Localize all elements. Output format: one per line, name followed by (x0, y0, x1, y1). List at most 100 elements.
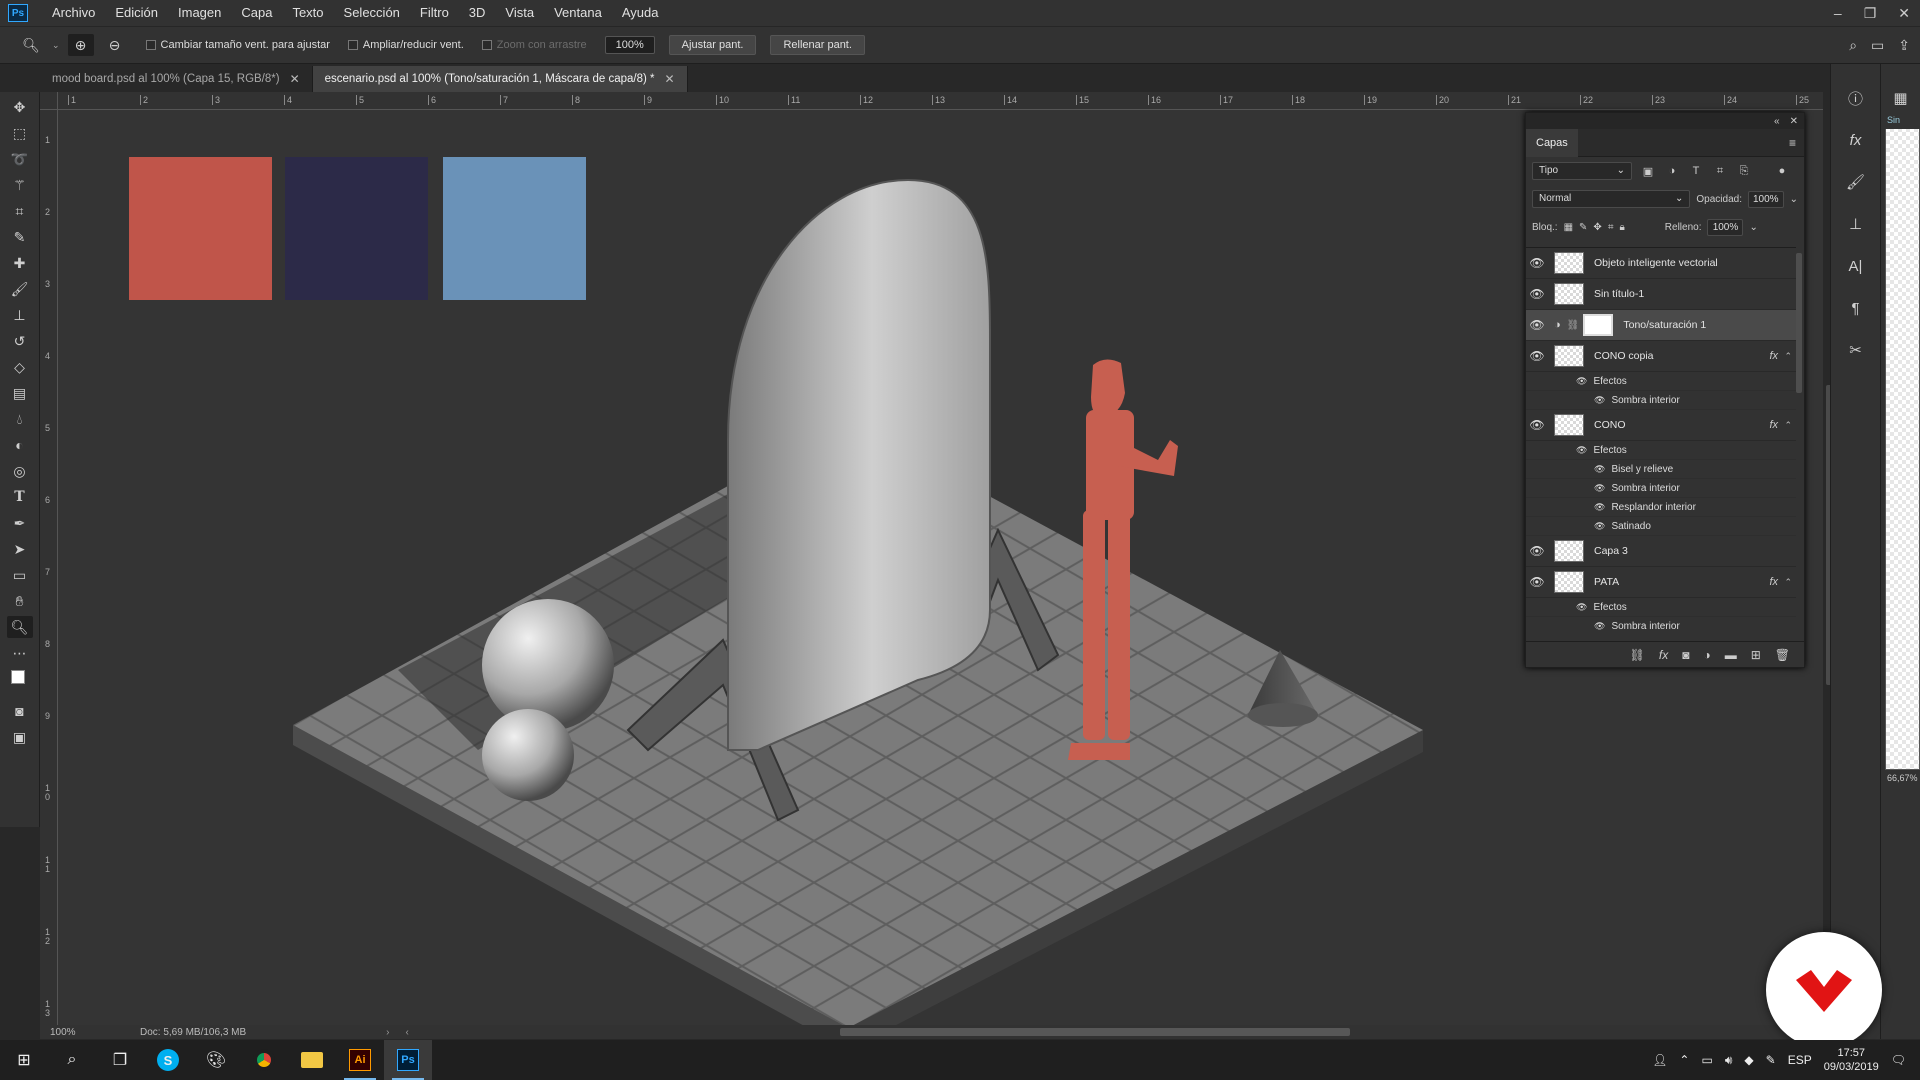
effect-row[interactable]: 👁︎ Bisel y relieve (1526, 460, 1796, 479)
type-tool-icon[interactable]: T (7, 486, 33, 508)
close-icon[interactable]: ✕ (290, 72, 300, 86)
chevron-up-icon[interactable]: ⌃ (1784, 577, 1792, 588)
language-indicator[interactable]: ESP (1788, 1053, 1812, 1067)
file-explorer-icon[interactable] (288, 1040, 336, 1080)
fx-icon[interactable]: fx (1769, 350, 1778, 362)
rectangle-tool-icon[interactable]: ▭ (7, 564, 33, 586)
crop-tool-icon[interactable]: ⌗ (7, 200, 33, 222)
brush-settings-icon[interactable]: 🖌︎ (1843, 170, 1869, 194)
effects-group-row[interactable]: 👁︎ Efectos (1526, 372, 1796, 391)
filter-adjustment-icon[interactable]: ◑ (1664, 165, 1680, 177)
minimize-icon[interactable]: – (1834, 0, 1842, 26)
chevron-left-icon[interactable]: ‹ (406, 1027, 409, 1038)
dodge-tool-icon[interactable]: ◐ (7, 434, 33, 456)
magic-wand-tool-icon[interactable]: ⚚ (7, 174, 33, 196)
collapse-icon[interactable]: « (1774, 116, 1780, 127)
visibility-eye-icon[interactable]: 👁︎ (1594, 502, 1605, 513)
layer-row[interactable]: 👁︎ CONO fx ⌃ (1526, 410, 1796, 441)
secondary-document-preview[interactable] (1885, 115, 1920, 770)
chevron-up-icon[interactable]: ⌃ (1679, 1053, 1689, 1067)
menu-archivo[interactable]: Archivo (42, 0, 105, 26)
chevron-down-icon[interactable]: ⌄ (1749, 222, 1757, 233)
clone-source-icon[interactable]: ⊥ (1843, 212, 1869, 236)
menu-texto[interactable]: Texto (282, 0, 333, 26)
lock-transparent-icon[interactable]: ▦ (1564, 222, 1573, 233)
new-layer-icon[interactable]: ⊞ (1751, 648, 1761, 662)
visibility-eye-icon[interactable]: 👁︎ (1526, 544, 1548, 558)
effect-row[interactable]: 👁︎ Resplandor interior (1526, 498, 1796, 517)
grid-icon[interactable]: ▦ (1888, 86, 1914, 110)
tool-presets-icon[interactable]: ✂︎ (1843, 338, 1869, 362)
eraser-tool-icon[interactable]: ◇ (7, 356, 33, 378)
filter-toggle-icon[interactable]: ● (1774, 165, 1790, 177)
resize-windows-checkbox[interactable]: Cambiar tamaño vent. para ajustar (145, 39, 330, 51)
move-tool-icon[interactable]: ✥ (7, 96, 33, 118)
pen-icon[interactable]: ✎ (1766, 1053, 1776, 1067)
opacity-input[interactable]: 100% (1747, 190, 1784, 208)
scrubby-zoom-checkbox[interactable]: Zoom con arrastre (481, 39, 587, 51)
chevron-down-icon[interactable]: ⌄ (1790, 194, 1798, 205)
close-icon[interactable]: ✕ (1790, 116, 1798, 127)
layer-row-selected[interactable]: 👁︎ ◑ ⛓︎ Tono/saturación 1 (1526, 310, 1796, 341)
menu-ayuda[interactable]: Ayuda (612, 0, 669, 26)
layer-row[interactable]: 👁︎ Sin título-1 (1526, 279, 1796, 310)
add-mask-icon[interactable]: ◙ (1682, 648, 1689, 662)
zoom-out-icon[interactable]: ⊖ (102, 34, 128, 56)
layers-scrollbar[interactable] (1796, 253, 1802, 393)
chevron-right-icon[interactable]: › (386, 1027, 389, 1038)
link-chain-icon[interactable]: ⛓︎ (1567, 320, 1580, 331)
search-icon[interactable]: ⌕ (1849, 37, 1857, 54)
chevron-up-icon[interactable]: ⌃ (1784, 351, 1792, 362)
zoom-tool-preset-icon[interactable]: 🔍︎ (18, 34, 44, 56)
tab-capas[interactable]: Capas (1526, 128, 1578, 157)
effect-row[interactable]: 👁︎ Sombra interior (1526, 391, 1796, 410)
people-icon[interactable]: 👤︎ (1652, 1053, 1667, 1067)
brush-tool-icon[interactable]: 🖌︎ (7, 278, 33, 300)
layer-filter-select[interactable]: Tipo ⌄ (1532, 162, 1632, 180)
menu-imagen[interactable]: Imagen (168, 0, 231, 26)
menu-3d[interactable]: 3D (459, 0, 496, 26)
lock-all-icon[interactable]: 🔒︎ (1619, 222, 1624, 233)
fit-screen-button[interactable]: Ajustar pant. (668, 35, 757, 55)
chevron-up-icon[interactable]: ⌃ (1784, 420, 1792, 431)
visibility-eye-icon[interactable]: 👁︎ (1576, 445, 1587, 456)
sponge-tool-icon[interactable]: ◎ (7, 460, 33, 482)
layer-mask-thumbnail[interactable] (1583, 314, 1614, 336)
skype-icon[interactable]: S (144, 1040, 192, 1080)
lasso-tool-icon[interactable]: ➰ (7, 148, 33, 170)
layer-row[interactable]: 👁︎ Capa 3 (1526, 536, 1796, 567)
panel-menu-icon[interactable]: ≡ (1789, 136, 1796, 150)
visibility-eye-icon[interactable]: 👁︎ (1576, 376, 1587, 387)
fill-input[interactable]: 100% (1707, 218, 1744, 236)
blend-mode-select[interactable]: Normal ⌄ (1532, 190, 1691, 208)
horizontal-scrollbar[interactable] (840, 1028, 1350, 1036)
filter-smart-object-icon[interactable]: ⎘ (1736, 165, 1752, 178)
filter-pixel-icon[interactable]: ▣ (1640, 165, 1656, 178)
menu-vista[interactable]: Vista (495, 0, 544, 26)
styles-fx-icon[interactable]: fx (1843, 128, 1869, 152)
layer-row[interactable]: 👁︎ PATA fx ⌃ (1526, 567, 1796, 598)
network-icon[interactable]: ▭ (1701, 1053, 1712, 1067)
ruler-top[interactable]: 1 2 3 4 5 6 7 8 9 10 11 12 13 14 15 16 17 18 19 20 21 22 23 24 2… (58, 92, 1823, 110)
photoshop-logo[interactable]: Ps (8, 4, 28, 22)
marquee-tool-icon[interactable]: ⬚ (7, 122, 33, 144)
checkbox-box[interactable] (145, 40, 156, 50)
lock-position-icon[interactable]: ✥ (1593, 222, 1601, 233)
gradient-tool-icon[interactable]: ▤ (7, 382, 33, 404)
quick-mask-icon[interactable]: ◙ (7, 700, 33, 722)
more-tools-icon[interactable]: ⋯ (7, 642, 33, 664)
secondary-doc-tab[interactable]: Sin (1885, 115, 1920, 129)
visibility-eye-icon[interactable]: 👁︎ (1526, 575, 1548, 589)
zoom-tool-icon[interactable]: 🔍︎ (6, 616, 33, 638)
fill-screen-button[interactable]: Rellenar pant. (770, 35, 865, 55)
zoom-all-windows-checkbox[interactable]: Ampliar/reducir vent. (347, 39, 464, 51)
healing-brush-tool-icon[interactable]: ✚ (7, 252, 33, 274)
visibility-eye-icon[interactable]: 👁︎ (1594, 464, 1605, 475)
effect-row[interactable]: 👁︎ Sombra interior (1526, 617, 1796, 633)
paragraph-icon[interactable]: ¶ (1843, 296, 1869, 320)
delete-layer-trash-icon[interactable]: 🗑︎ (1775, 648, 1790, 662)
menu-capa[interactable]: Capa (231, 0, 282, 26)
character-icon[interactable]: A| (1843, 254, 1869, 278)
new-group-folder-icon[interactable]: ▬ (1725, 648, 1737, 662)
windows-start-icon[interactable]: ⊞ (0, 1040, 48, 1080)
